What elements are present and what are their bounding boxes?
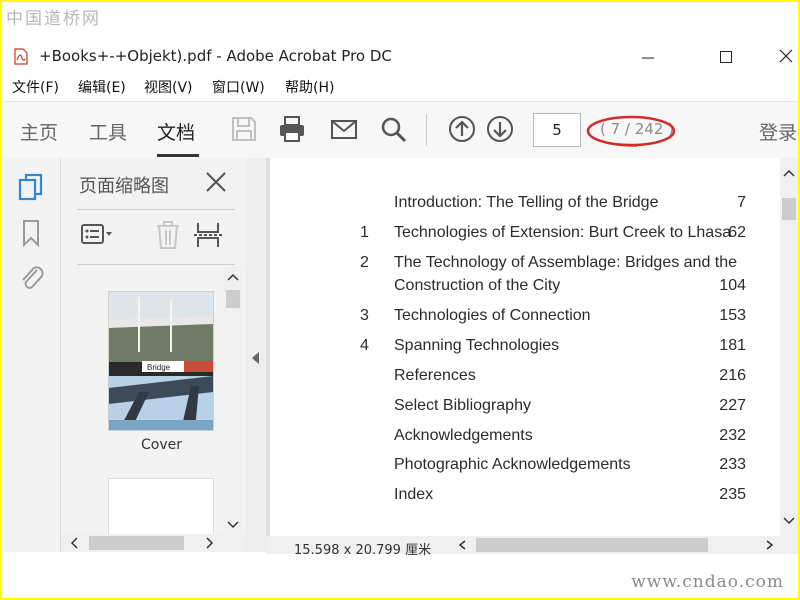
collapse-panel-icon[interactable]: [252, 352, 260, 364]
toc-page-number: 233: [719, 456, 746, 473]
menu-file[interactable]: 文件(F): [12, 77, 59, 97]
search-icon[interactable]: [378, 114, 408, 144]
options-menu-icon[interactable]: [79, 220, 113, 250]
tab-home[interactable]: 主页: [20, 118, 58, 145]
window-title: +Books+-+Objekt).pdf - Adobe Acrobat Pro…: [39, 47, 392, 65]
prev-page-icon[interactable]: [447, 114, 477, 144]
toc-row: Acknowledgements 232: [266, 427, 766, 449]
thumbnail-label: Cover: [141, 437, 182, 453]
toc-chapter-title: Index: [394, 486, 434, 503]
toc-page-number: 232: [719, 427, 746, 444]
save-icon[interactable]: [229, 114, 259, 144]
attachments-icon[interactable]: [16, 262, 46, 292]
thumbnail-vertical-scrollbar[interactable]: [224, 266, 242, 536]
toc-chapter-title: Technologies of Connection: [394, 307, 591, 324]
toc-chapter-title: Technologies of Extension: Burt Creek to…: [394, 224, 732, 241]
toolbar: 主页 工具 文档 ( 7 /: [2, 101, 798, 159]
toc-chapter-title: References: [394, 367, 476, 384]
page-number-input[interactable]: [533, 113, 581, 147]
toc-row: 4 Spanning Technologies 181: [266, 337, 766, 359]
toc-chapter-title: Introduction: The Telling of the Bridge: [394, 194, 659, 211]
close-button[interactable]: [766, 44, 798, 70]
panel-divider: [77, 209, 235, 210]
menu-view[interactable]: 视图(V): [144, 77, 193, 97]
login-link[interactable]: 登录: [759, 118, 797, 145]
toc-page-number: 7: [737, 194, 746, 211]
watermark-bottom: www.cndao.com: [631, 572, 784, 592]
bookmarks-icon[interactable]: [16, 218, 46, 248]
toc-page-number: 153: [719, 307, 746, 324]
toc-row: Construction of the City 104: [266, 277, 766, 299]
close-icon[interactable]: [204, 170, 228, 194]
page-size-readout: 15.598 x 20.799 厘米: [294, 543, 432, 558]
panel-divider: [77, 264, 235, 265]
toc-row: Index 235: [266, 486, 766, 508]
extract-pages-icon[interactable]: [191, 220, 225, 250]
minimize-button[interactable]: [628, 44, 668, 70]
toc-chapter-title: Construction of the City: [394, 277, 561, 294]
document-horizontal-scroll-thumb[interactable]: [476, 538, 708, 552]
toc-chapter-number: 1: [360, 224, 369, 241]
page-thumbnails-icon[interactable]: [16, 172, 46, 202]
toc-row: Introduction: The Telling of the Bridge 7: [266, 194, 766, 216]
toc-page-number: 181: [719, 337, 746, 354]
scroll-right-icon[interactable]: [762, 538, 776, 552]
toc-row: References 216: [266, 367, 766, 389]
maximize-button[interactable]: [706, 44, 746, 70]
menu-help[interactable]: 帮助(H): [285, 77, 334, 97]
pdf-file-icon: [14, 48, 28, 65]
status-bar: 15.598 x 20.799 厘米: [266, 536, 798, 558]
toc-row: 3 Technologies of Connection 153: [266, 307, 766, 329]
watermark-top: 中国道桥网: [6, 9, 101, 29]
toc-chapter-title: Spanning Technologies: [394, 337, 560, 354]
screenshot-frame: 中国道桥网 +Books+-+Objekt).pdf - Adobe Acrob…: [2, 2, 798, 598]
thumbnail-page[interactable]: [109, 479, 213, 536]
thumbnail-cover[interactable]: Bridge: [109, 292, 213, 430]
scroll-left-icon[interactable]: [456, 538, 470, 552]
toc-chapter-title: Select Bibliography: [394, 397, 531, 414]
thumbnail-horizontal-scrollbar[interactable]: [61, 534, 246, 552]
menu-window[interactable]: 窗口(W): [212, 77, 265, 97]
toc-page-number: 235: [719, 486, 746, 503]
cover-image: Bridge: [109, 292, 213, 430]
toc-chapter-number: 2: [360, 254, 369, 271]
toc-page-number: 216: [719, 367, 746, 384]
toc-row: 1 Technologies of Extension: Burt Creek t…: [266, 224, 766, 246]
left-nav-pane: [2, 158, 61, 552]
toc-chapter-title: The Technology of Assemblage: Bridges an…: [394, 254, 738, 271]
delete-icon[interactable]: [151, 220, 185, 250]
title-bar: +Books+-+Objekt).pdf - Adobe Acrobat Pro…: [2, 40, 798, 72]
thumbnail-panel: 页面缩略图 Bridge Cover: [61, 158, 247, 552]
toc-chapter-number: 3: [360, 307, 369, 324]
menu-edit[interactable]: 编辑(E): [78, 77, 126, 97]
next-page-icon[interactable]: [485, 114, 515, 144]
toc-row: Photographic Acknowledgements 233: [266, 456, 766, 478]
toc-row: 2 The Technology of Assemblage: Bridges a…: [266, 254, 766, 276]
document-vertical-scrollbar[interactable]: [780, 158, 798, 536]
active-tab-indicator: [157, 154, 199, 157]
menu-bar: 文件(F) 编辑(E) 视图(V) 窗口(W) 帮助(H): [2, 75, 798, 99]
cover-title: Bridge: [147, 363, 171, 372]
toc-row: Select Bibliography 227: [266, 397, 766, 419]
highlight-oval: [586, 115, 676, 147]
toc-page-number: 227: [719, 397, 746, 414]
toc-chapter-title: Photographic Acknowledgements: [394, 456, 631, 473]
email-icon[interactable]: [329, 114, 359, 144]
toc-page-number: 104: [719, 277, 746, 294]
tab-document[interactable]: 文档: [157, 118, 195, 145]
print-icon[interactable]: [277, 114, 307, 144]
toolbar-divider: [426, 114, 427, 146]
toc-page-number: 62: [728, 224, 746, 241]
panel-title: 页面缩略图: [79, 176, 169, 197]
thumbnail-list: Bridge Cover: [61, 266, 221, 536]
toc-chapter-title: Acknowledgements: [394, 427, 533, 444]
toc-chapter-number: 4: [360, 337, 369, 354]
panel-splitter[interactable]: [246, 158, 266, 552]
tab-tools[interactable]: 工具: [89, 118, 127, 145]
